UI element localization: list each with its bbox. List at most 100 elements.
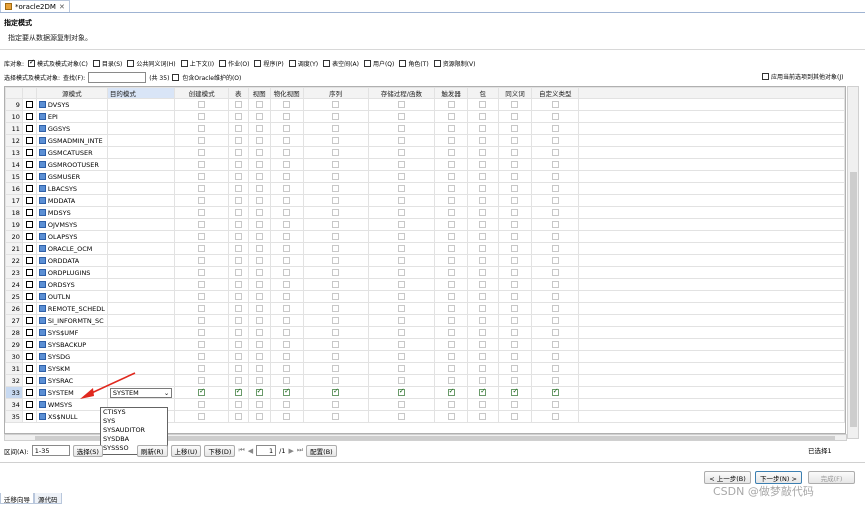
object-option-checkbox[interactable]	[479, 233, 487, 240]
row-select-checkbox[interactable]	[25, 233, 33, 240]
object-option-checkbox[interactable]	[255, 257, 263, 264]
option-cell[interactable]	[466, 326, 499, 339]
object-option-checkbox[interactable]	[397, 149, 405, 156]
option-cell[interactable]	[269, 182, 304, 195]
object-option-checkbox[interactable]	[447, 221, 455, 228]
row-select-cell[interactable]	[21, 350, 37, 363]
option-cell[interactable]	[247, 182, 271, 195]
object-option-checkbox[interactable]	[479, 329, 487, 336]
row-select-checkbox[interactable]	[25, 149, 33, 156]
row-select-cell[interactable]	[21, 266, 37, 279]
option-cell[interactable]	[269, 206, 304, 219]
object-option-checkbox[interactable]	[198, 173, 206, 180]
object-option-checkbox[interactable]	[551, 281, 559, 288]
option-cell[interactable]	[269, 146, 304, 159]
object-option-checkbox[interactable]	[479, 401, 487, 408]
object-option-checkbox[interactable]	[255, 161, 263, 168]
object-type-checkbox[interactable]	[92, 60, 100, 67]
option-cell[interactable]	[227, 122, 249, 135]
option-cell[interactable]	[174, 410, 229, 423]
option-cell[interactable]	[247, 122, 271, 135]
object-option-checkbox[interactable]	[511, 329, 519, 336]
row-select-cell[interactable]	[21, 206, 37, 219]
object-option-checkbox[interactable]	[234, 221, 242, 228]
object-option-checkbox[interactable]	[479, 413, 487, 420]
option-cell[interactable]	[367, 410, 436, 423]
object-option-checkbox[interactable]	[511, 113, 519, 120]
row-select-cell[interactable]	[21, 230, 37, 243]
option-cell[interactable]	[174, 326, 229, 339]
option-cell[interactable]	[227, 218, 249, 231]
apply-other-option[interactable]: 应用当前选项到其他对象(J)	[762, 72, 843, 81]
object-option-checkbox[interactable]	[255, 137, 263, 144]
row-select-checkbox[interactable]	[25, 293, 33, 300]
object-option-checkbox[interactable]	[234, 329, 242, 336]
target-schema-cell[interactable]	[106, 338, 176, 351]
object-option-checkbox[interactable]	[447, 388, 455, 396]
object-option-checkbox[interactable]	[447, 329, 455, 336]
table-row[interactable]: 12 GSMADMIN_INTE	[5, 134, 845, 147]
option-cell[interactable]	[531, 158, 580, 171]
row-select-cell[interactable]	[21, 110, 37, 123]
option-cell[interactable]	[269, 362, 304, 375]
object-option-checkbox[interactable]	[234, 113, 242, 120]
dropdown-option[interactable]: SYS	[101, 417, 167, 426]
object-option-checkbox[interactable]	[551, 149, 559, 156]
object-option-checkbox[interactable]	[447, 101, 455, 108]
option-cell[interactable]	[367, 290, 436, 303]
option-cell[interactable]	[227, 410, 249, 423]
target-schema-cell[interactable]	[106, 314, 176, 327]
option-cell[interactable]	[531, 302, 580, 315]
option-cell[interactable]	[434, 110, 468, 123]
option-cell[interactable]	[247, 290, 271, 303]
object-option-checkbox[interactable]	[198, 388, 206, 396]
object-option-checkbox[interactable]	[511, 209, 519, 216]
option-cell[interactable]	[531, 254, 580, 267]
object-option-checkbox[interactable]	[479, 149, 487, 156]
option-cell[interactable]	[497, 326, 533, 339]
table-row[interactable]: 18 MDSYS	[5, 206, 845, 219]
object-option-checkbox[interactable]	[283, 353, 291, 360]
object-option-checkbox[interactable]	[447, 161, 455, 168]
object-option-checkbox[interactable]	[551, 173, 559, 180]
object-option-checkbox[interactable]	[198, 149, 206, 156]
option-cell[interactable]	[367, 254, 436, 267]
option-cell[interactable]	[227, 266, 249, 279]
object-option-checkbox[interactable]	[283, 341, 291, 348]
option-cell[interactable]	[174, 230, 229, 243]
option-cell[interactable]	[174, 170, 229, 183]
option-cell[interactable]	[531, 98, 580, 111]
option-cell[interactable]	[434, 182, 468, 195]
object-option-checkbox[interactable]	[511, 365, 519, 372]
object-type-option[interactable]: 角色(T)	[399, 59, 429, 68]
object-option-checkbox[interactable]	[255, 245, 263, 252]
object-option-checkbox[interactable]	[551, 245, 559, 252]
object-option-checkbox[interactable]	[234, 197, 242, 204]
option-cell[interactable]	[466, 386, 499, 399]
object-option-checkbox[interactable]	[397, 173, 405, 180]
option-cell[interactable]	[434, 254, 468, 267]
object-option-checkbox[interactable]	[255, 353, 263, 360]
object-option-checkbox[interactable]	[234, 341, 242, 348]
target-schema-cell[interactable]	[106, 182, 176, 195]
option-cell[interactable]	[531, 362, 580, 375]
row-select-cell[interactable]	[21, 218, 37, 231]
target-schema-cell[interactable]	[106, 242, 176, 255]
object-option-checkbox[interactable]	[551, 137, 559, 144]
object-type-checkbox[interactable]	[288, 60, 296, 67]
row-select-checkbox[interactable]	[25, 317, 33, 324]
object-option-checkbox[interactable]	[479, 269, 487, 276]
option-cell[interactable]	[174, 182, 229, 195]
object-option-checkbox[interactable]	[332, 173, 340, 180]
object-option-checkbox[interactable]	[332, 125, 340, 132]
object-option-checkbox[interactable]	[283, 245, 291, 252]
prev-page-icon[interactable]: ◀	[248, 447, 253, 455]
object-option-checkbox[interactable]	[332, 137, 340, 144]
object-type-option[interactable]: 用户(Q)	[363, 59, 394, 68]
object-option-checkbox[interactable]	[511, 341, 519, 348]
object-option-checkbox[interactable]	[198, 113, 206, 120]
option-cell[interactable]	[497, 374, 533, 387]
object-option-checkbox[interactable]	[551, 113, 559, 120]
option-cell[interactable]	[434, 338, 468, 351]
object-option-checkbox[interactable]	[447, 125, 455, 132]
